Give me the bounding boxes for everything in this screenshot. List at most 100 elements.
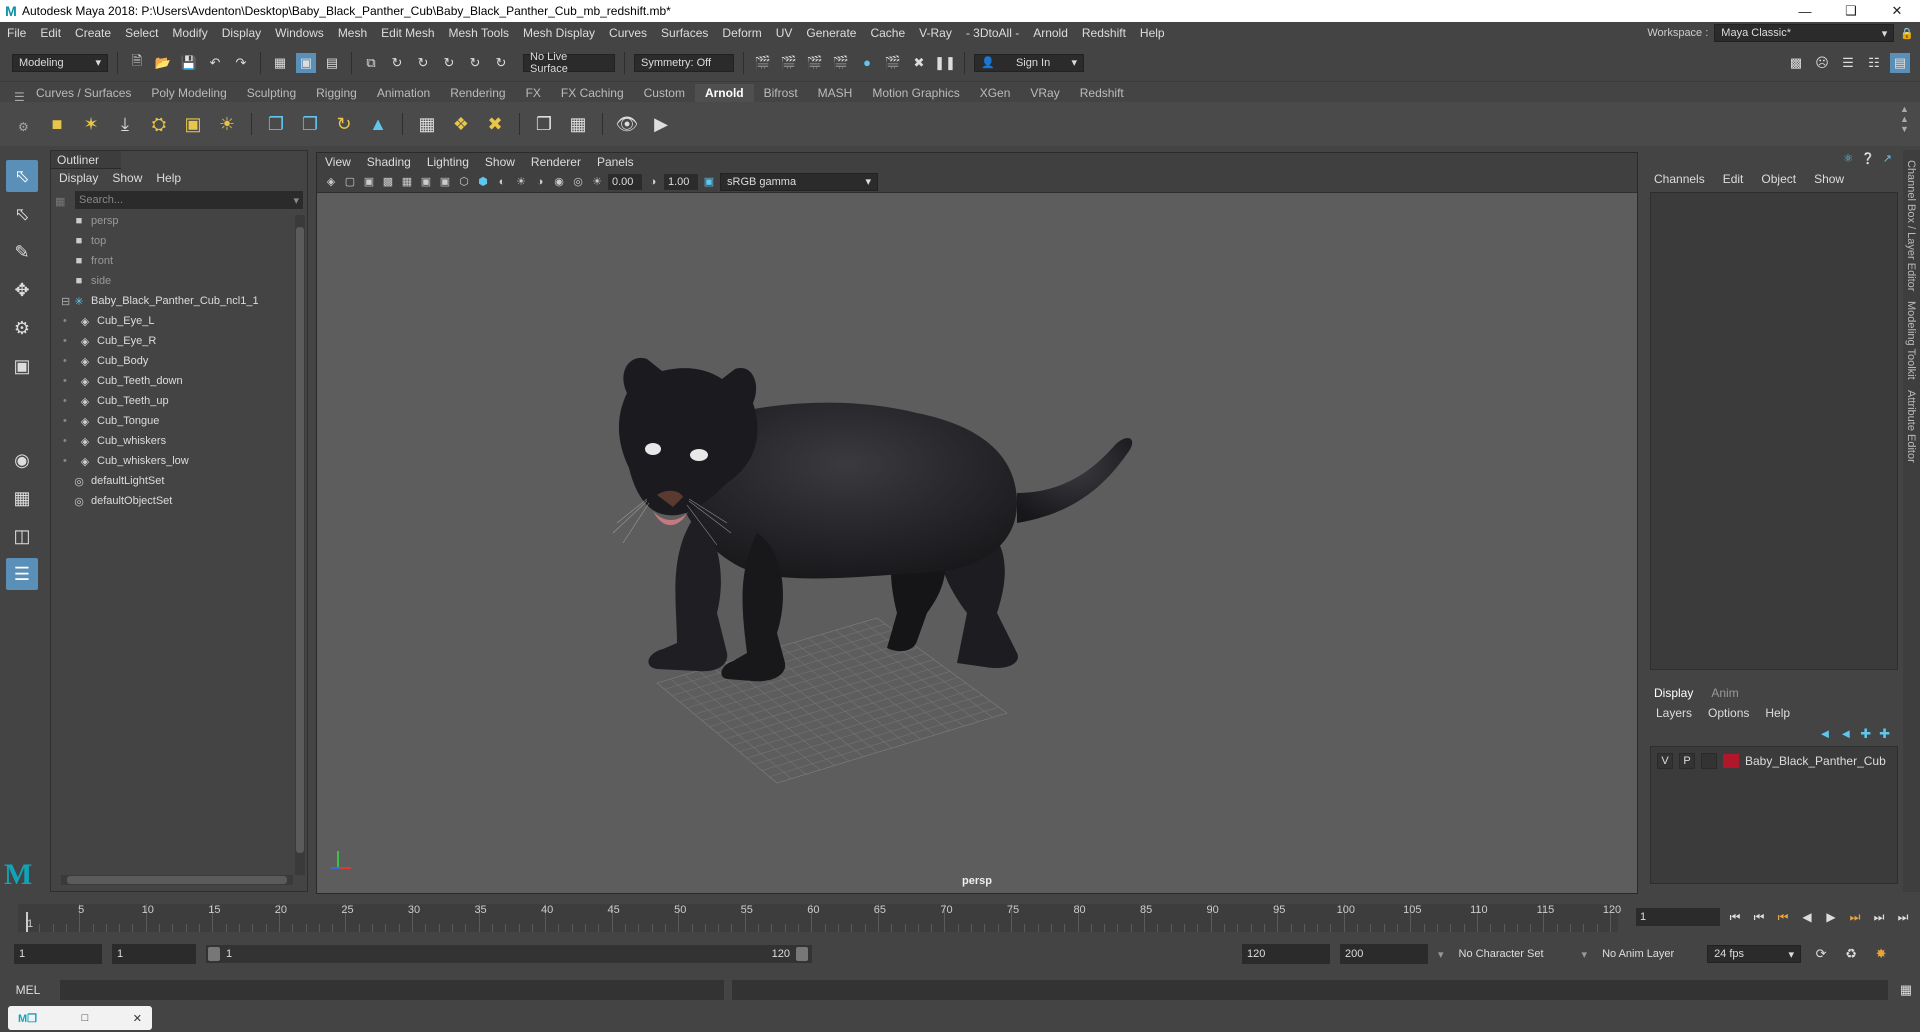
save-scene-icon[interactable]: 💾 [179, 53, 199, 73]
layer-color-swatch[interactable] [1723, 754, 1739, 768]
collapse-icon[interactable]: ⊟ [61, 295, 71, 308]
layer-menu-help[interactable]: Help [1765, 706, 1790, 720]
step-back-frame-icon[interactable]: ⏮ [1774, 908, 1792, 926]
menu-display[interactable]: Display [215, 26, 268, 40]
shelf-tab-sculpting[interactable]: Sculpting [237, 84, 306, 102]
hypershade-icon[interactable]: ● [857, 53, 877, 73]
create-standin-icon[interactable]: ❐ [263, 111, 289, 137]
auto-key-icon[interactable]: ♻ [1841, 944, 1861, 964]
menu-surfaces[interactable]: Surfaces [654, 26, 715, 40]
shelf-menu-icon[interactable]: ☰ [14, 90, 25, 104]
viewport-menu-shading[interactable]: Shading [367, 155, 411, 169]
go-to-start-icon[interactable]: ⏮ [1726, 908, 1744, 926]
viewport-menu-lighting[interactable]: Lighting [427, 155, 469, 169]
time-slider[interactable]: 5 10 15 20 25 30 35 40 45 50 55 60 65 70 75 80 85 90 95 100… [0, 896, 1920, 936]
render-view-icon[interactable]: 👁 [614, 111, 640, 137]
menu-edit-mesh[interactable]: Edit Mesh [374, 26, 441, 40]
channel-box-menu-show[interactable]: Show [1814, 172, 1844, 186]
color-management-icon[interactable]: ▣ [701, 174, 717, 190]
menu-select[interactable]: Select [118, 26, 165, 40]
snap-point-icon[interactable]: ↻ [413, 53, 433, 73]
viewport-menu-renderer[interactable]: Renderer [531, 155, 581, 169]
maya-window-tab[interactable]: M❐ □ ✕ [8, 1006, 152, 1030]
channel-icon[interactable]: ⚛ [1843, 152, 1853, 165]
license-icon[interactable]: ❐ [531, 111, 557, 137]
animation-end-field[interactable]: 200 [1340, 944, 1428, 964]
outliner-item[interactable]: ◎ defaultObjectSet [51, 491, 307, 511]
render-settings-icon[interactable]: 🎬 [831, 53, 851, 73]
menu-mesh-tools[interactable]: Mesh Tools [442, 26, 516, 40]
volume-icon[interactable]: ▲ [365, 111, 391, 137]
restore-icon[interactable]: □ [82, 1012, 89, 1024]
help-icon[interactable]: ❔ [1861, 152, 1875, 165]
menu-3dtoall[interactable]: - 3DtoAll - [959, 26, 1026, 40]
step-forward-key-icon[interactable]: ⏭ [1870, 908, 1888, 926]
menu-edit[interactable]: Edit [33, 26, 68, 40]
outliner-item[interactable]: ■ persp [51, 211, 307, 231]
outliner-item[interactable]: ■ top [51, 231, 307, 251]
shelf-tab-bifrost[interactable]: Bifrost [754, 84, 808, 102]
shelf-tab-redshift[interactable]: Redshift [1070, 84, 1134, 102]
viewport-menu-view[interactable]: View [325, 155, 351, 169]
snap-live-icon[interactable]: ↻ [491, 53, 511, 73]
workspace-dropdown[interactable]: Maya Classic* ▾ [1714, 24, 1895, 42]
select-tool-icon[interactable]: ⬁ [6, 160, 38, 192]
anim-layer-dropdown[interactable]: No Anim Layer [1597, 944, 1697, 964]
command-input[interactable] [60, 980, 724, 1000]
animation-start-field[interactable]: 1 [14, 944, 102, 964]
close-icon[interactable]: ✕ [133, 1012, 142, 1025]
script-editor-icon[interactable]: ▦ [1896, 980, 1916, 1000]
outliner-item[interactable]: • ◈ Cub_Tongue [51, 411, 307, 431]
exposure-field[interactable]: 0.00 [608, 173, 642, 190]
snap-grid-icon[interactable]: ⧉ [361, 53, 381, 73]
current-frame-field[interactable]: 1 [1636, 908, 1720, 926]
outliner-item[interactable]: • ◈ Cub_Teeth_up [51, 391, 307, 411]
grid-icon[interactable]: ▦ [399, 174, 415, 190]
loop-icon[interactable]: ⟳ [1811, 944, 1831, 964]
shadows-icon[interactable]: ◑ [532, 174, 548, 190]
channel-box-menu-edit[interactable]: Edit [1723, 172, 1744, 186]
shelf-tab-poly-modeling[interactable]: Poly Modeling [141, 84, 236, 102]
layer-menu-options[interactable]: Options [1708, 706, 1749, 720]
photometric-light-icon[interactable]: ⤓ [112, 111, 138, 137]
select-hierarchy-icon[interactable]: ▦ [270, 53, 290, 73]
shelf-tab-mash[interactable]: MASH [808, 84, 863, 102]
smooth-shade-icon[interactable]: ⬢ [475, 174, 491, 190]
textured-icon[interactable]: ◐ [494, 174, 510, 190]
outliner-horizontal-scrollbar[interactable] [61, 875, 293, 885]
expand-icon[interactable]: ↗ [1883, 152, 1892, 165]
film-gate-icon[interactable]: ▣ [418, 174, 434, 190]
new-layer-selected-icon[interactable]: ✚ [1879, 726, 1890, 742]
layer-menu-layers[interactable]: Layers [1656, 706, 1692, 720]
close-icon[interactable]: ✕ [1874, 0, 1920, 22]
outliner-vertical-scrollbar[interactable] [295, 215, 305, 875]
snap-curve-icon[interactable]: ↻ [387, 53, 407, 73]
3d-scene[interactable]: persp [317, 193, 1637, 893]
menu-uv[interactable]: UV [769, 26, 800, 40]
play-backward-icon[interactable]: ◀ [1798, 908, 1816, 926]
layer-tab-anim[interactable]: Anim [1711, 686, 1738, 700]
shelf-scroll-icon[interactable]: ▲ ▲ ▼ [1900, 104, 1909, 134]
animation-prefs-icon[interactable]: ✸ [1871, 944, 1891, 964]
scale-tool-icon[interactable]: ▣ [6, 350, 38, 382]
delete-cache-icon[interactable]: ✖ [482, 111, 508, 137]
range-end-handle[interactable] [796, 947, 808, 961]
camera-select-icon[interactable]: ◈ [323, 174, 339, 190]
menu-windows[interactable]: Windows [268, 26, 331, 40]
exposure-icon[interactable]: ☀ [589, 174, 605, 190]
layer-visibility-toggle[interactable]: V [1657, 753, 1673, 769]
tool-settings-icon[interactable]: ☷ [1864, 53, 1884, 73]
attribute-editor-icon[interactable]: ☰ [1838, 53, 1858, 73]
paint-select-icon[interactable]: ✎ [6, 236, 38, 268]
shelf-settings-icon[interactable]: ⚙ [18, 120, 29, 134]
shelf-tab-custom[interactable]: Custom [634, 84, 695, 102]
layer-display-type-toggle[interactable] [1701, 753, 1717, 769]
range-start-handle[interactable] [208, 947, 220, 961]
snap-view-icon[interactable]: ↻ [439, 53, 459, 73]
operator-icon[interactable]: ▦ [565, 111, 591, 137]
select-object-icon[interactable]: ▣ [296, 52, 316, 73]
move-tool-icon[interactable]: ✥ [6, 274, 38, 306]
open-scene-icon[interactable]: 📂 [153, 53, 173, 73]
step-back-key-icon[interactable]: ⏮ [1750, 908, 1768, 926]
area-light-icon[interactable]: ■ [44, 111, 70, 137]
